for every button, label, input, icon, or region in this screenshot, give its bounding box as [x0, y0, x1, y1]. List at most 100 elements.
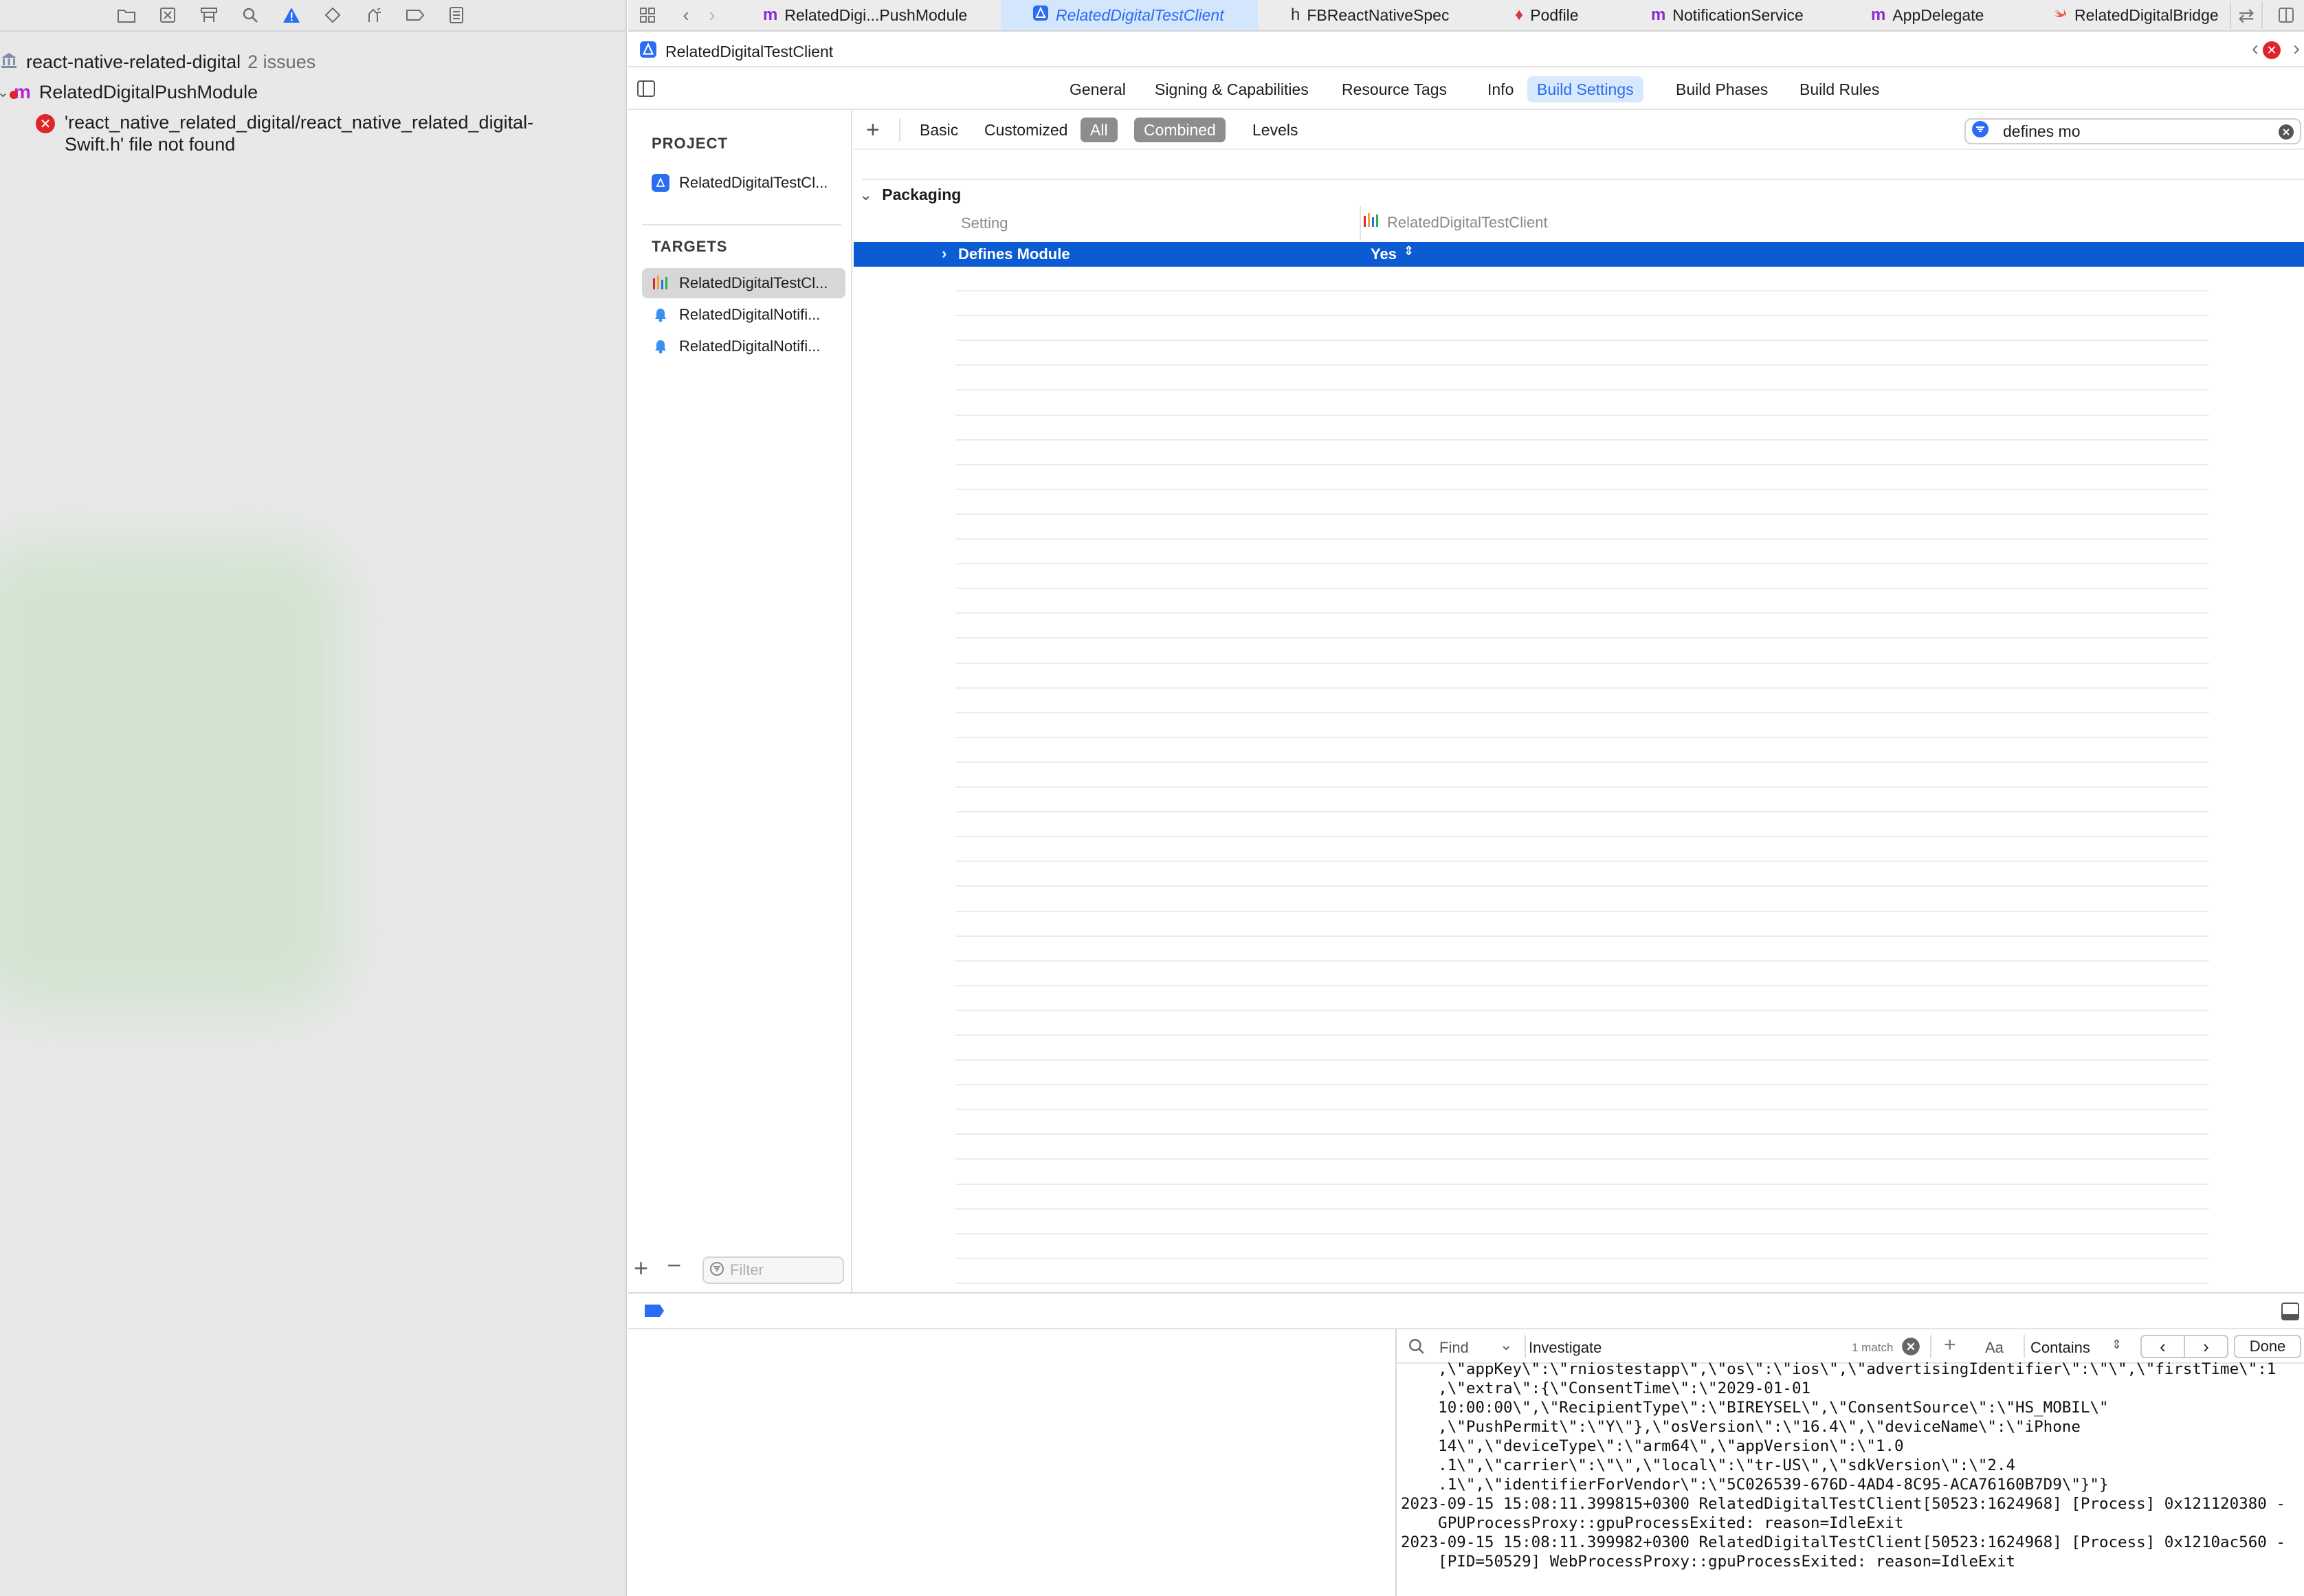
grid-line	[955, 389, 2209, 390]
tab-general[interactable]: General	[1060, 76, 1136, 102]
add-pattern-icon[interactable]: +	[1944, 1333, 1956, 1357]
target-filter-field[interactable]: Filter	[702, 1256, 844, 1284]
grid-line	[955, 786, 2209, 788]
issue-error-row[interactable]: ✕ 'react_native_related_digital/react_na…	[36, 111, 533, 155]
done-button[interactable]: Done	[2234, 1335, 2301, 1358]
log-line: .1\",\"carrier\":\"\",\"local\":\"tr-US\…	[1401, 1456, 2016, 1474]
grid-line	[955, 811, 2209, 812]
breadcrumb[interactable]: RelatedDigitalTestClient	[639, 41, 833, 63]
setting-value[interactable]: Yes	[1371, 245, 1397, 263]
settings-search-field[interactable]: defines mo	[1964, 118, 2301, 144]
tab-resource-tags[interactable]: Resource Tags	[1332, 76, 1456, 102]
tab-build-rules[interactable]: Build Rules	[1790, 76, 1889, 102]
tab-build-settings[interactable]: Build Settings	[1527, 76, 1643, 102]
add-editor-icon[interactable]	[2272, 1, 2300, 29]
objc-file-icon: m	[1871, 5, 1886, 24]
tab-info[interactable]: Info	[1478, 76, 1523, 102]
target-item-test-client[interactable]: RelatedDigitalTestCl...	[642, 268, 845, 298]
hide-debug-area-icon[interactable]	[2281, 1302, 2300, 1325]
issue-navigator: react-native-related-digital 2 issues ⌄ …	[0, 0, 627, 1596]
debug-icon[interactable]	[360, 1, 388, 29]
grid-line	[955, 588, 2209, 589]
issue-module-row[interactable]: ⌄ m RelatedDigitalPushModule	[0, 81, 258, 103]
remove-target-button[interactable]: −	[667, 1251, 681, 1280]
tab-fbreact-spec[interactable]: h FBReactNativeSpec	[1291, 0, 1449, 30]
setting-name: Defines Module	[958, 245, 1070, 263]
clear-find-icon[interactable]	[1901, 1337, 1920, 1360]
tab-related-digital-bridge[interactable]: RelatedDigitalBridge	[2052, 0, 2234, 30]
find-next-icon[interactable]: ›	[2185, 1336, 2227, 1357]
filter-customized[interactable]: Customized	[975, 118, 1077, 142]
swap-arrows-icon[interactable]: ⇄	[2230, 1, 2263, 29]
find-mode-label[interactable]: Find	[1439, 1339, 1469, 1357]
match-mode-select[interactable]: Contains	[2030, 1339, 2090, 1357]
chevron-down-icon[interactable]: ⌄	[0, 84, 11, 101]
sidebar-toggle-icon[interactable]	[636, 80, 656, 101]
console-output[interactable]: Find ⌄ Investigate 1 match + Aa Contains…	[1395, 1329, 2304, 1596]
warning-icon[interactable]	[278, 1, 305, 29]
stepper-icon[interactable]: ⇕	[1404, 244, 1414, 258]
grid-line	[955, 1283, 2209, 1284]
grid-line	[955, 1208, 2209, 1210]
editor-tab-bar: ‹ › m RelatedDigi...PushModule RelatedDi…	[628, 0, 2304, 32]
grid-icon[interactable]	[634, 1, 661, 29]
mode-combined[interactable]: Combined	[1134, 118, 1226, 142]
grid-line	[955, 315, 2209, 316]
add-setting-button[interactable]: +	[856, 117, 889, 143]
group-header-packaging[interactable]: ⌄ Packaging	[859, 186, 961, 204]
breakpoint-icon[interactable]	[401, 1, 429, 29]
grid-line	[955, 687, 2209, 689]
log-line: 2023-09-15 15:08:11.399815+0300 RelatedD…	[1401, 1495, 2285, 1513]
grid-line	[955, 861, 2209, 862]
navigator-toolbar	[0, 0, 627, 32]
chevron-down-icon[interactable]: ⌄	[859, 186, 872, 204]
folder-icon[interactable]	[113, 1, 140, 29]
error-status-icon[interactable]: ✕	[2263, 41, 2281, 59]
filter-all[interactable]: All	[1081, 118, 1118, 142]
mode-levels[interactable]: Levels	[1243, 118, 1307, 142]
find-query-input[interactable]: Investigate	[1529, 1339, 1602, 1357]
test-icon[interactable]	[319, 1, 346, 29]
setting-row-defines-module[interactable]: › Defines Module Yes ⇕	[854, 242, 2304, 267]
log-line: GPUProcessProxy::gpuProcessExited: reaso…	[1401, 1514, 1904, 1532]
tab-signing-capabilities[interactable]: Signing & Capabilities	[1145, 76, 1318, 102]
tab-test-client[interactable]: RelatedDigitalTestClient	[1001, 0, 1258, 30]
tab-build-phases[interactable]: Build Phases	[1666, 76, 1777, 102]
next-issue-icon[interactable]: ›	[2293, 37, 2300, 60]
variables-view[interactable]	[628, 1329, 1395, 1596]
filter-icon	[709, 1261, 724, 1280]
chevron-right-icon[interactable]: ›	[942, 245, 946, 263]
chevron-down-icon[interactable]: ⌄	[1500, 1336, 1512, 1354]
project-section-header: PROJECT	[652, 135, 728, 152]
back-arrow-icon[interactable]: ‹	[672, 1, 700, 29]
issue-project-row[interactable]: react-native-related-digital 2 issues	[0, 51, 315, 74]
divider	[2024, 1335, 2025, 1358]
clear-search-icon[interactable]	[2278, 124, 2294, 144]
tab-notification-service[interactable]: m NotificationService	[1651, 0, 1830, 30]
tab-podfile[interactable]: ♦ Podfile	[1515, 0, 1618, 30]
breakpoint-toggle-icon[interactable]	[643, 1303, 665, 1322]
find-previous-icon[interactable]: ‹	[2142, 1336, 2185, 1357]
source-control-icon[interactable]	[154, 1, 181, 29]
forward-arrow-icon[interactable]: ›	[698, 1, 726, 29]
target-item-notification-2[interactable]: RelatedDigitalNotifi...	[642, 331, 845, 362]
search-icon[interactable]	[236, 1, 264, 29]
grid-line	[955, 836, 2209, 837]
stepper-icon[interactable]: ⇕	[2112, 1338, 2122, 1352]
grid-line	[955, 340, 2209, 341]
report-icon[interactable]	[443, 1, 470, 29]
filter-basic[interactable]: Basic	[910, 118, 968, 142]
add-target-button[interactable]: +	[634, 1254, 648, 1283]
target-item-notification-1[interactable]: RelatedDigitalNotifi...	[642, 300, 845, 330]
project-editor-tabs: General Signing & Capabilities Resource …	[628, 69, 2304, 110]
log-line: ,\"PushPermit\":\"Y\"},\"osVersion\":\"1…	[1401, 1418, 2081, 1436]
tab-app-delegate[interactable]: m AppDelegate	[1871, 0, 2008, 30]
previous-issue-icon[interactable]: ‹	[2252, 37, 2259, 60]
log-line: 14\",\"deviceType\":\"arm64\",\"appVersi…	[1401, 1437, 1904, 1455]
hierarchy-icon[interactable]	[195, 1, 223, 29]
project-item[interactable]: RelatedDigitalTestCl...	[642, 168, 845, 198]
grid-line	[955, 712, 2209, 713]
grid-line	[955, 1158, 2209, 1160]
tab-push-module[interactable]: m RelatedDigi...PushModule	[763, 0, 967, 30]
match-case-button[interactable]: Aa	[1985, 1339, 2004, 1357]
